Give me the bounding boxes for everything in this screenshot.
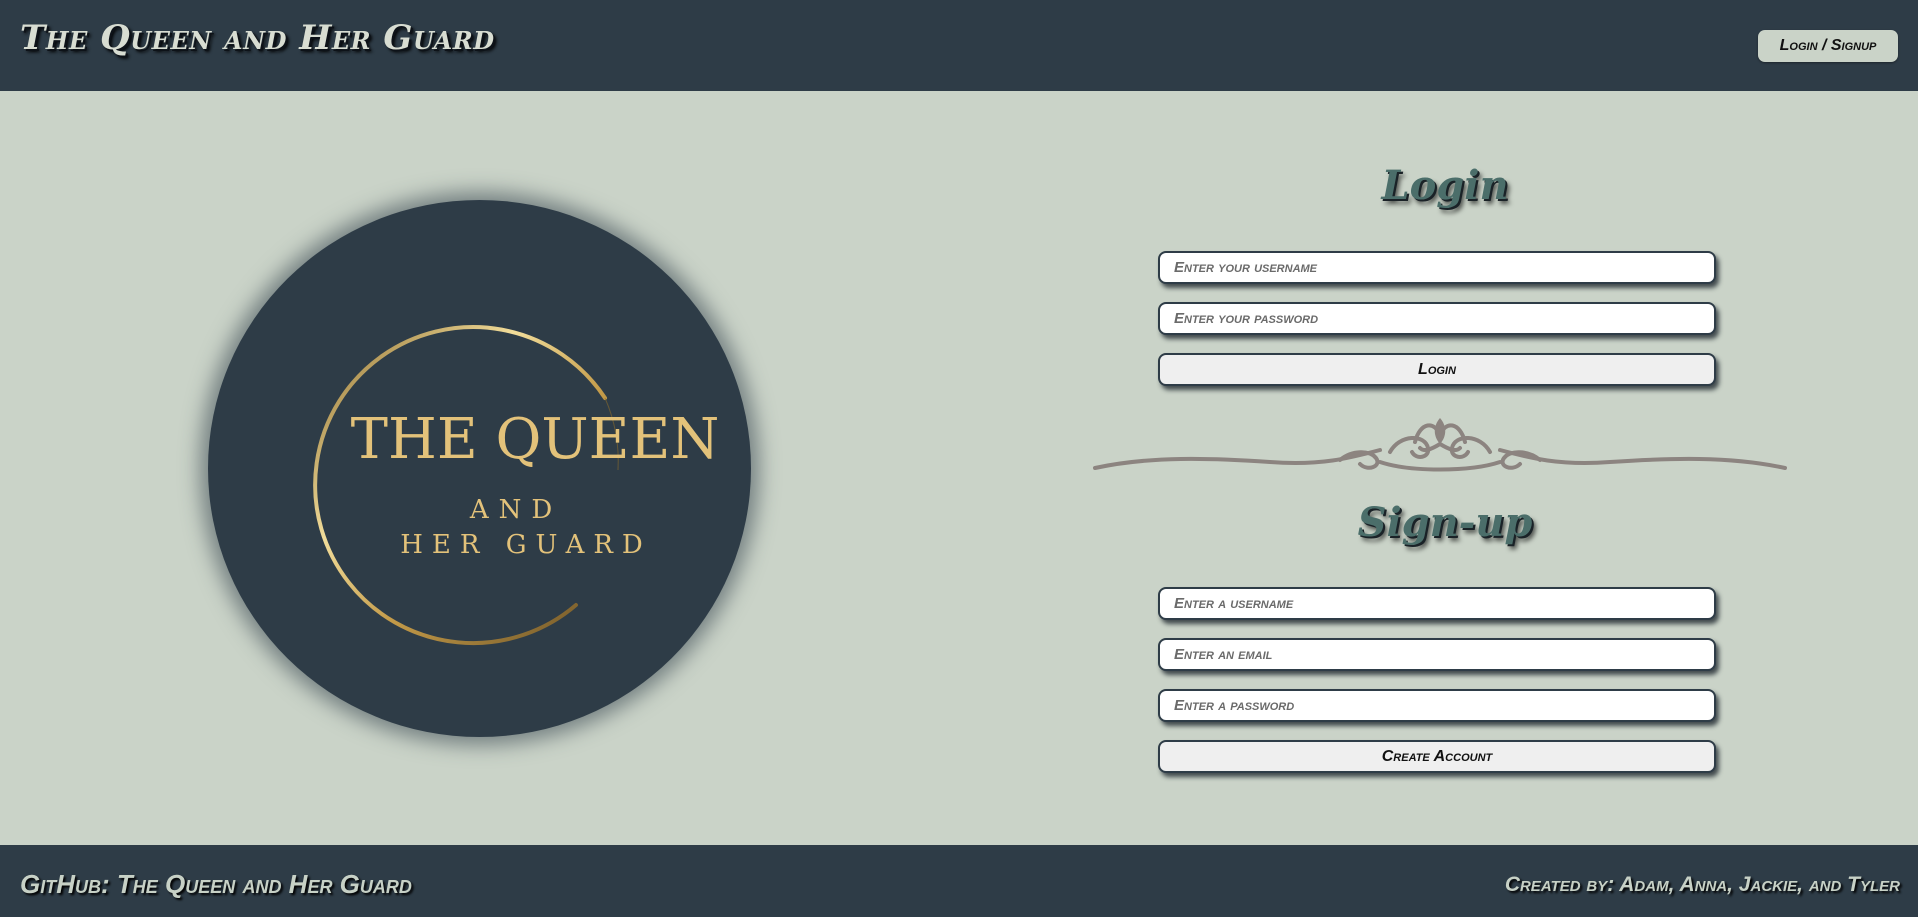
footer-bar: GitHub: The Queen and Her Guard Created … — [0, 845, 1918, 917]
logo-emblem: THE QUEEN AND HER GUARD — [208, 200, 751, 737]
login-button[interactable]: Login — [1158, 353, 1716, 386]
ornamental-divider-icon — [1093, 418, 1787, 472]
site-title: The Queen and Her Guard — [20, 18, 495, 58]
create-account-button[interactable]: Create Account — [1158, 740, 1716, 773]
github-link[interactable]: GitHub: The Queen and Her Guard — [20, 869, 412, 900]
footer-credits: Created by: Adam, Anna, Jackie, and Tyle… — [1504, 873, 1900, 896]
logo-line-1: THE QUEEN — [351, 407, 720, 472]
signup-heading: Sign-up — [1357, 499, 1533, 546]
logo-line-2: AND — [469, 495, 562, 525]
login-heading: Login — [1381, 162, 1509, 209]
logo-line-3: HER GUARD — [400, 530, 652, 560]
login-password-input[interactable] — [1158, 302, 1716, 335]
header-bar: The Queen and Her Guard Login / Signup — [0, 0, 1918, 91]
gold-ring-arc — [313, 325, 607, 646]
login-signup-nav-button[interactable]: Login / Signup — [1758, 30, 1898, 62]
signup-username-input[interactable] — [1158, 587, 1716, 620]
login-username-input[interactable] — [1158, 251, 1716, 284]
signup-email-input[interactable] — [1158, 638, 1716, 671]
logo-graphic: THE QUEEN AND HER GUARD — [313, 325, 720, 646]
signup-password-input[interactable] — [1158, 689, 1716, 722]
